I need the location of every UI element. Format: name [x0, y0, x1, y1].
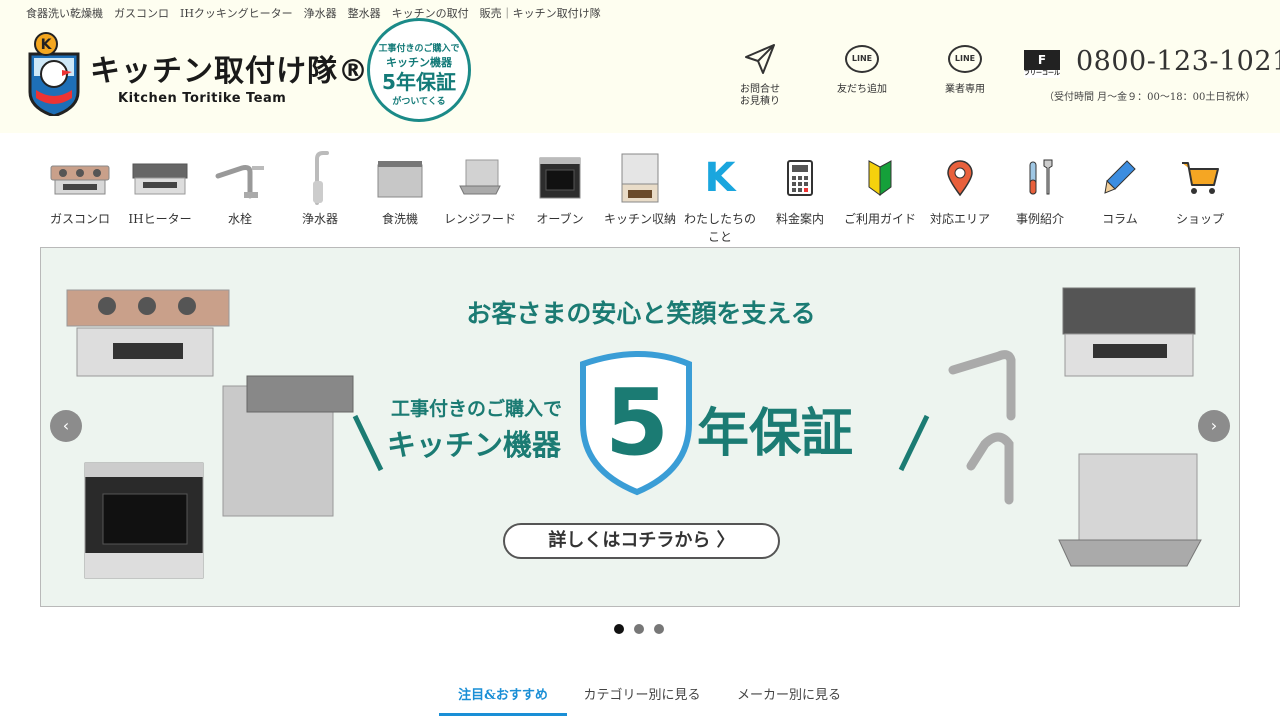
dishwasher-image	[222, 375, 354, 517]
category-area[interactable]: 対応エリア	[920, 150, 1000, 228]
category-gas-stove[interactable]: ガスコンロ	[40, 150, 120, 228]
category-guide[interactable]: ご利用ガイド	[840, 150, 920, 228]
category-ih-heater[interactable]: IHヒーター	[120, 150, 200, 228]
category-about-us[interactable]: K わたしたちのこと	[680, 150, 760, 246]
ih-heater-icon	[132, 163, 188, 195]
category-label: ご利用ガイド	[843, 212, 916, 226]
warranty-number: 5	[605, 369, 669, 476]
gas-stove-image	[66, 289, 230, 377]
category-label: ショップ	[1175, 212, 1224, 226]
tab-by-category[interactable]: カテゴリー別に見る	[567, 684, 717, 716]
kitchen-storage-icon	[621, 153, 659, 203]
slider-dot-1[interactable]	[614, 624, 624, 634]
hero-slider[interactable]: 5 お客さまの安心と笑顔を支える 工事付きのご購入で キッチン機器 年保証 詳し…	[40, 247, 1240, 607]
slider-text-line2: キッチン機器	[387, 428, 562, 462]
tools-icon	[1029, 159, 1053, 195]
map-pin-icon	[947, 160, 973, 197]
slider-prev-button[interactable]: ‹	[50, 410, 82, 442]
category-shop[interactable]: ショップ	[1160, 150, 1240, 228]
line-business-label: 業者専用	[945, 84, 985, 95]
slider-dot-3[interactable]	[654, 624, 664, 634]
category-water-purifier[interactable]: 浄水器	[280, 150, 360, 228]
category-label: 料金案内	[775, 212, 824, 226]
category-label: わたしたちのこと	[683, 212, 756, 244]
badge-line4: がついてくる	[392, 97, 446, 107]
logo-subtitle: Kitchen Toritike Team	[118, 91, 287, 106]
category-cases[interactable]: 事例紹介	[1000, 150, 1080, 228]
business-hours: （受付時間 月～金９：00～18：00土日祝休）	[1044, 92, 1256, 103]
category-faucet[interactable]: 水栓	[200, 150, 280, 228]
slider-dot-2[interactable]	[634, 624, 644, 634]
line-icon: LINE	[845, 45, 879, 73]
k-logo-icon: K	[704, 155, 736, 201]
pencil-icon	[1104, 160, 1136, 194]
category-nav: ガスコンロ IHヒーター 水栓 浄水器 食洗機 レンジフード オーブン キッチン…	[40, 150, 1240, 246]
category-label: ガスコンロ	[49, 212, 110, 226]
badge-line2: キッチン機器	[386, 56, 452, 69]
cart-icon	[1182, 162, 1219, 194]
badge-line1: 工事付きのご購入で	[378, 44, 460, 54]
ih-heater-image	[1062, 287, 1196, 377]
slider-next-button[interactable]: ›	[1198, 410, 1230, 442]
site-logo[interactable]: K キッチン取付け隊® Kitchen Toritike Team	[26, 32, 368, 116]
phone-number[interactable]: 0800-123-1021	[1076, 46, 1280, 77]
tab-by-maker[interactable]: メーカー別に見る	[724, 684, 854, 716]
category-label: 食洗機	[381, 212, 418, 226]
freedial-mark: F	[1037, 53, 1047, 67]
mascot-shield-icon: K	[28, 32, 80, 116]
line-business-link[interactable]: LINE 業者専用	[930, 40, 1000, 96]
badge-line3: 5年保証	[382, 70, 456, 94]
calculator-icon	[787, 160, 813, 196]
slider-text-line1: 工事付きのご購入で	[391, 398, 563, 420]
category-dishwasher[interactable]: 食洗機	[360, 150, 440, 228]
logo-k-letter: K	[41, 37, 53, 53]
contact-label: お問合せ お見積り	[740, 84, 780, 107]
category-column[interactable]: コラム	[1080, 150, 1160, 228]
category-pricing[interactable]: 料金案内	[760, 150, 840, 228]
contact-link[interactable]: お問合せ お見積り	[725, 40, 795, 108]
category-label: キッチン収納	[603, 212, 676, 226]
slider-headline: お客さまの安心と笑顔を支える	[466, 299, 816, 328]
gas-stove-icon	[50, 165, 110, 195]
water-purifier-icon	[313, 151, 329, 205]
oven-icon	[539, 157, 581, 199]
header-tagline: 食器洗い乾燥機 ガスコンロ IHクッキングヒーター 浄水器 整水器 キッチンの取…	[26, 7, 601, 20]
range-hood-icon	[459, 159, 501, 195]
site-header: 食器洗い乾燥機 ガスコンロ IHクッキングヒーター 浄水器 整水器 キッチンの取…	[0, 0, 1280, 133]
category-label: 浄水器	[301, 212, 338, 226]
send-icon	[745, 44, 775, 74]
category-kitchen-storage[interactable]: キッチン収納	[600, 150, 680, 228]
line-icon: LINE	[948, 45, 982, 73]
oven-image	[84, 462, 204, 579]
faucet-image	[948, 350, 1016, 505]
slider-dots	[614, 619, 674, 638]
category-label: 事例紹介	[1015, 212, 1064, 226]
warranty-badge[interactable]: 工事付きのご購入で キッチン機器 5年保証 がついてくる	[353, 18, 471, 128]
category-label: オーブン	[536, 212, 584, 226]
freedial-icon: F フリーコール	[1024, 50, 1060, 78]
freedial-small: フリーコール	[1024, 70, 1061, 78]
slider-cta-button[interactable]: 詳しくはコチラから 〉	[503, 523, 780, 559]
category-label: 対応エリア	[929, 212, 990, 226]
tab-recommended[interactable]: 注目&おすすめ	[439, 684, 567, 716]
range-hood-image	[1058, 453, 1202, 567]
beginner-mark-icon	[868, 160, 892, 196]
slider-years: 年保証	[697, 404, 854, 464]
category-range-hood[interactable]: レンジフード	[440, 150, 520, 228]
category-label: IHヒーター	[128, 212, 192, 226]
line-friend-link[interactable]: LINE 友だち追加	[827, 40, 897, 96]
category-label: 水栓	[227, 212, 252, 226]
category-label: レンジフード	[443, 212, 516, 226]
category-oven[interactable]: オーブン	[520, 150, 600, 228]
faucet-icon	[215, 165, 264, 199]
logo-name: キッチン取付け隊®	[90, 54, 369, 89]
category-label: コラム	[1102, 212, 1138, 226]
line-friend-label: 友だち追加	[837, 84, 887, 95]
dishwasher-icon	[377, 161, 423, 198]
